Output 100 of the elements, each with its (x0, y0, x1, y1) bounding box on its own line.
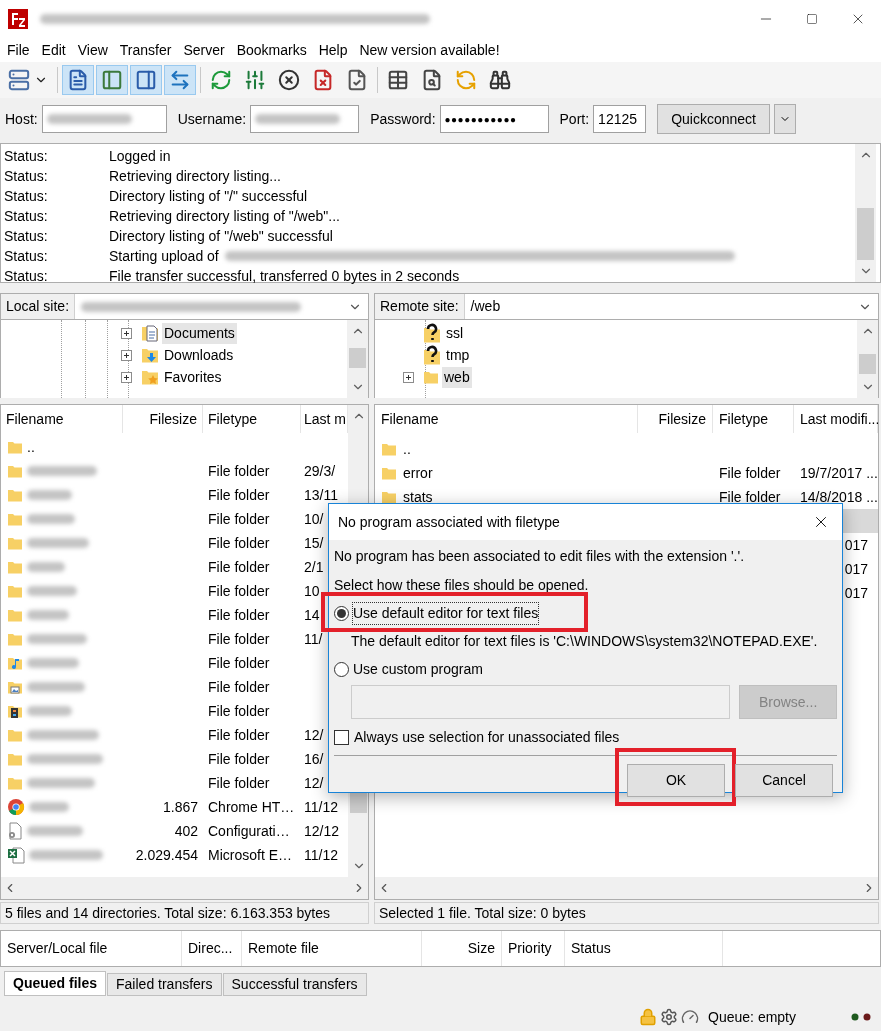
column-header[interactable]: Filetype (713, 405, 794, 433)
radio-label[interactable]: Use custom program (353, 659, 483, 680)
dialog-button[interactable]: OK (627, 764, 725, 797)
expand-icon[interactable] (121, 349, 132, 361)
path-combobox[interactable]: /web (464, 294, 878, 319)
radio-label[interactable]: Use default editor for text files (353, 603, 539, 624)
file-name[interactable]: .. (403, 438, 411, 460)
folder-icon (7, 559, 23, 575)
folder-icon (7, 631, 23, 647)
horizontal-scrollbar[interactable] (1, 877, 368, 899)
file-date: 12/12 (304, 822, 340, 839)
scrollbar-thumb[interactable] (349, 348, 366, 368)
file-row[interactable]: stats File folder 14/8/2018 ... (375, 485, 878, 509)
file-type: Microsoft E… (208, 846, 292, 863)
tab[interactable]: Queued files (4, 971, 107, 996)
log-label: Status: (4, 146, 49, 166)
tree-item[interactable]: ssl (444, 322, 466, 344)
menu-item[interactable]: Server (177, 39, 231, 61)
log-label: Status: (4, 166, 49, 186)
input-field[interactable]: 12125 (593, 105, 647, 133)
column-header[interactable]: Remote file (242, 931, 422, 966)
input-field[interactable] (41, 105, 167, 133)
tab[interactable]: Successful transfers (222, 973, 367, 996)
input-field[interactable] (250, 105, 360, 133)
file-size: 402 (174, 821, 198, 841)
file-row[interactable]: error File folder 19/7/2017 ... (375, 461, 878, 485)
menu-item[interactable]: Transfer (113, 39, 178, 61)
scrollbar-thumb[interactable] (857, 208, 874, 260)
menu-item[interactable]: Edit (35, 39, 72, 61)
file-date: 2/1 (304, 558, 324, 575)
folder-icon (7, 583, 23, 599)
file-type: Configurati… (208, 822, 290, 839)
folder-icon (7, 511, 23, 527)
file-date: 11/ (304, 630, 323, 647)
column-header[interactable]: Priority (502, 931, 565, 966)
field-label: Port: (559, 109, 590, 129)
folder-icon (7, 463, 23, 479)
log-message: Directory listing of "/" successful (109, 186, 308, 206)
file-type: File folder (208, 534, 270, 551)
maximize-icon[interactable] (806, 13, 818, 25)
folder-icon (7, 607, 23, 623)
status-text: 5 files and 14 directories. Total size: 6.163.353 bytes (0, 902, 369, 924)
log-message: Retrieving directory listing of "/web"... (109, 206, 340, 226)
quickconnect-button[interactable]: Quickconnect (657, 104, 771, 134)
column-header[interactable]: Status (565, 931, 723, 966)
radio-button[interactable] (334, 606, 349, 621)
scrollbar-thumb[interactable] (350, 791, 367, 813)
videos-folder-icon (7, 703, 23, 719)
file-date: 13/11 (304, 486, 338, 503)
column-header[interactable]: Filename (1, 405, 123, 433)
checkbox[interactable] (334, 730, 349, 745)
scrollbar-thumb[interactable] (859, 354, 876, 374)
favorites-folder-icon (141, 368, 159, 386)
column-header[interactable]: Server/Local file (1, 931, 182, 966)
folder-icon (7, 439, 23, 455)
expand-icon[interactable] (121, 327, 132, 339)
horizontal-scrollbar[interactable] (375, 877, 878, 899)
dialog-message: No program has been associated to edit files with the extension '.'. (334, 547, 746, 566)
tree-item[interactable]: Favorites (162, 366, 224, 388)
menu-item[interactable]: Help (312, 39, 354, 61)
file-name[interactable]: .. (27, 436, 35, 458)
column-header[interactable]: Filetype (203, 405, 301, 433)
file-date: 11/12 (304, 846, 338, 863)
vertical-scrollbar[interactable] (855, 144, 876, 282)
file-name[interactable]: error (403, 462, 433, 484)
dialog-button[interactable]: Cancel (735, 764, 833, 797)
field-value: ●●●●●●●●●●● (444, 112, 517, 127)
lock-icon (639, 1008, 658, 1026)
file-type: File folder (208, 486, 270, 503)
tree-item[interactable]: web (442, 366, 472, 388)
expand-icon[interactable] (403, 371, 414, 383)
tree-item[interactable]: tmp (444, 344, 472, 366)
file-date: 14/8/2018 ... (800, 487, 878, 507)
file-size: 1.867 (162, 797, 198, 817)
menu-item[interactable]: Bookmarks (230, 39, 313, 61)
unknown-folder-icon (423, 345, 441, 365)
unknown-folder-icon (423, 323, 441, 343)
folder-icon (423, 369, 439, 385)
tab[interactable]: Failed transfers (107, 973, 222, 996)
radio-button[interactable] (334, 662, 349, 677)
server-icon[interactable] (8, 69, 30, 91)
menu-item[interactable]: New version available! (353, 39, 506, 61)
column-header[interactable]: Filename (375, 405, 638, 433)
menu-item[interactable]: File (1, 39, 36, 61)
field-value: 12125 (598, 109, 638, 129)
menu-item[interactable]: View (71, 39, 114, 61)
tree-item[interactable]: Downloads (162, 344, 236, 366)
file-row[interactable]: .. (375, 437, 878, 461)
column-header[interactable]: Direc... (182, 931, 242, 966)
checkbox-label[interactable]: Always use selection for unassociated files (354, 727, 620, 748)
file-type: File folder (208, 702, 270, 719)
column-header[interactable]: Last modifi... (794, 405, 878, 433)
column-header[interactable]: Size (422, 931, 502, 966)
file-type: File folder (719, 464, 781, 481)
option-note: The default editor for text files is 'C:\WINDOWS\system32\NOTEPAD.EXE'. (350, 632, 819, 651)
column-header[interactable]: Filesize (123, 405, 203, 433)
expand-icon[interactable] (121, 371, 132, 383)
column-header[interactable]: Filesize (638, 405, 713, 433)
input-field[interactable]: ●●●●●●●●●●● (439, 105, 549, 133)
tree-item[interactable]: Documents (162, 322, 237, 344)
